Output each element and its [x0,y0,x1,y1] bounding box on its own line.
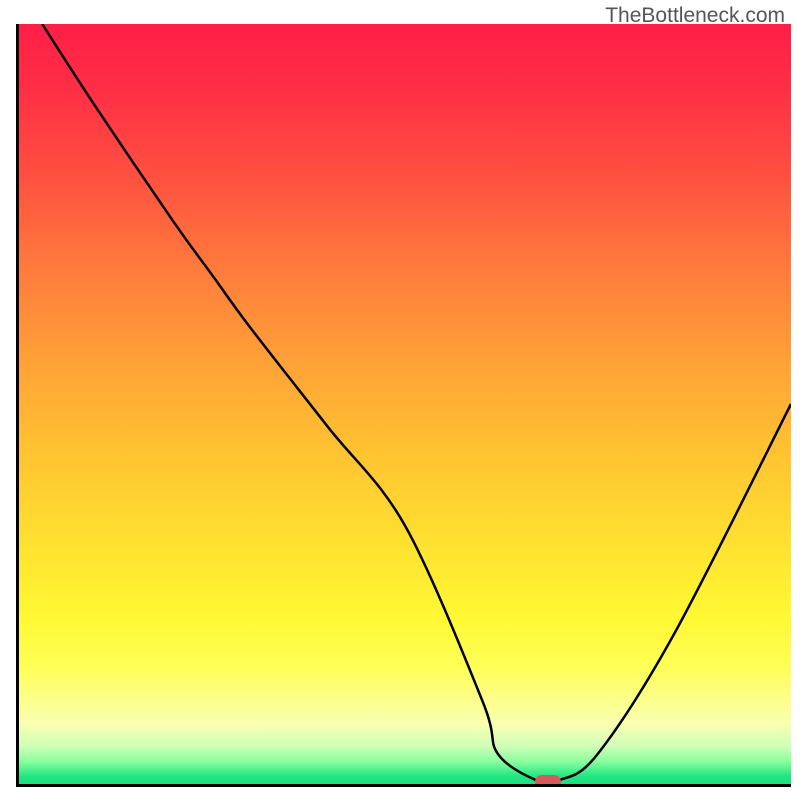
plot-area [16,24,791,787]
curve-svg [19,24,791,784]
bottleneck-curve-path [42,24,791,784]
chart-container: TheBottleneck.com [0,0,800,800]
watermark-text: TheBottleneck.com [605,4,785,28]
optimum-marker [535,775,561,787]
